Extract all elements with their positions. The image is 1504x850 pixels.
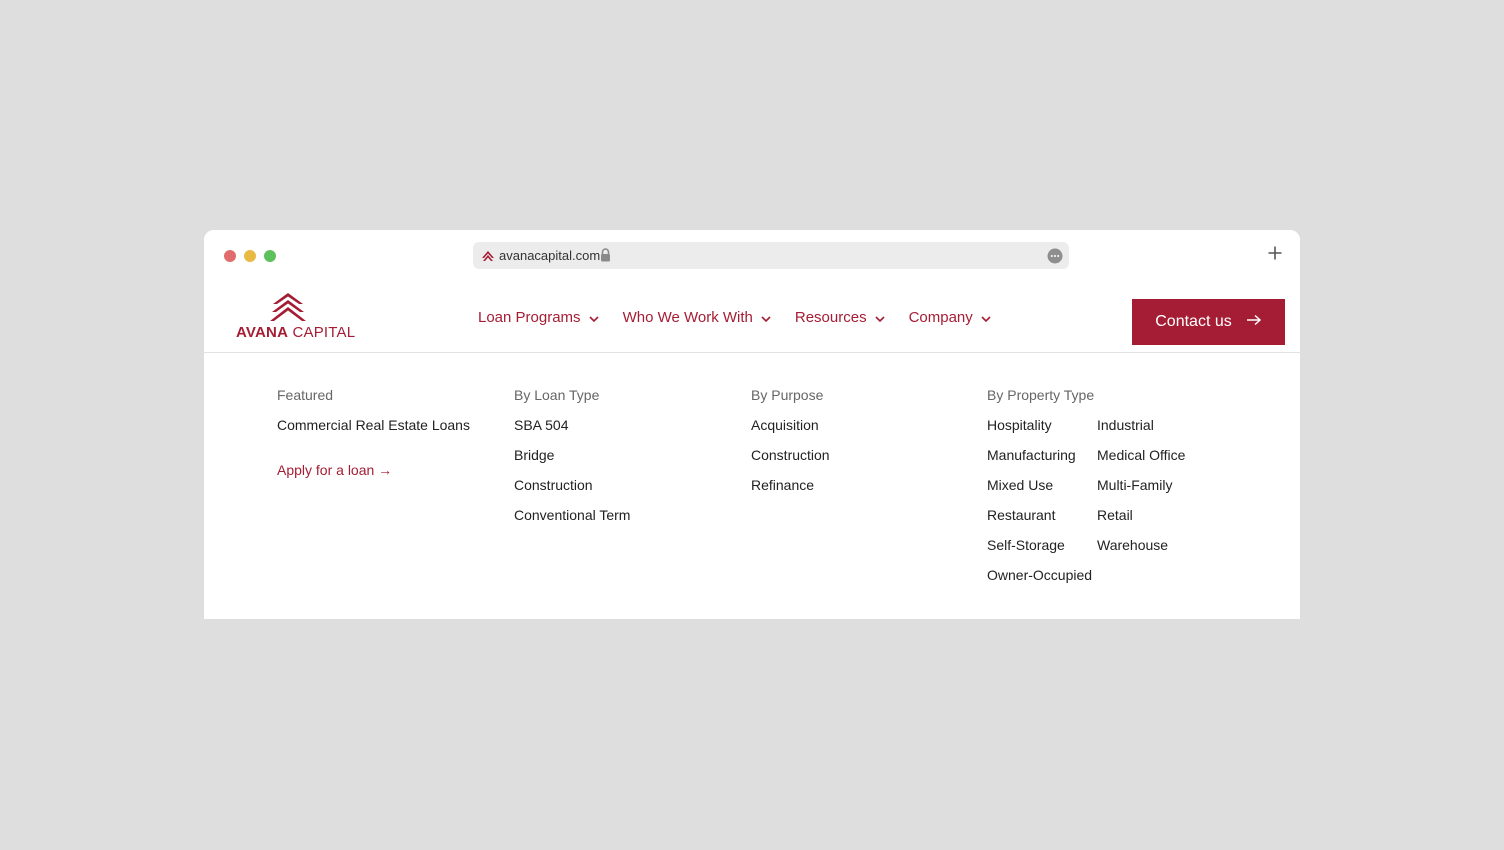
more-icon[interactable] <box>1047 248 1063 269</box>
apply-for-loan-link[interactable]: Apply for a loan → <box>277 461 470 479</box>
minimize-window-button[interactable] <box>244 250 256 262</box>
property-type-column: By Property Type Hospitality Industrial … <box>987 386 1207 584</box>
site-header: AVANA CAPITAL Loan Programs Who We Work … <box>204 282 1300 353</box>
purpose-heading: By Purpose <box>751 387 824 403</box>
logo-mark-icon <box>269 292 307 327</box>
url-text: avanacapital.com <box>499 248 601 263</box>
sba-504-link[interactable]: SBA 504 <box>514 416 630 434</box>
restaurant-link[interactable]: Restaurant <box>987 506 1097 524</box>
nav-item-label: Resources <box>794 308 867 326</box>
browser-window: avanacapital.com AVANA CAPITAL Loan Prog… <box>204 230 1300 619</box>
chevron-down-icon <box>761 309 771 326</box>
property-type-heading: By Property Type <box>987 387 1095 403</box>
self-storage-link[interactable]: Self-Storage <box>987 536 1097 554</box>
logo-wordmark: AVANA CAPITAL <box>236 324 356 341</box>
contact-us-label: Contact us <box>1155 313 1232 330</box>
conventional-term-link[interactable]: Conventional Term <box>514 506 630 524</box>
purpose-column: By Purpose Acquisition Construction Refi… <box>751 386 830 494</box>
maximize-window-button[interactable] <box>264 250 276 262</box>
loan-type-heading: By Loan Type <box>514 387 600 403</box>
lock-icon <box>600 248 611 267</box>
chevron-down-icon <box>588 309 599 326</box>
mega-menu: Featured Commercial Real Estate Loans Ap… <box>204 353 1300 619</box>
medical-office-link[interactable]: Medical Office <box>1097 446 1207 464</box>
nav-who-we-work-with[interactable]: Who We Work With <box>623 309 771 326</box>
owner-occupied-link[interactable]: Owner-Occupied <box>987 566 1097 584</box>
nav-item-label: Who We Work With <box>622 308 753 326</box>
property-type-grid: Hospitality Industrial Manufacturing Med… <box>987 416 1207 584</box>
refinance-link[interactable]: Refinance <box>751 476 830 494</box>
plus-icon[interactable] <box>1268 246 1282 265</box>
nav-item-label: Loan Programs <box>478 308 581 326</box>
bridge-link[interactable]: Bridge <box>514 446 630 464</box>
multi-family-link[interactable]: Multi-Family <box>1097 476 1207 494</box>
retail-link[interactable]: Retail <box>1097 506 1207 524</box>
arrow-right-icon <box>1246 313 1262 331</box>
chevron-down-icon <box>875 309 885 326</box>
chevron-down-icon <box>981 309 991 326</box>
commercial-real-estate-loans-link[interactable]: Commercial Real Estate Loans <box>277 416 470 434</box>
nav-company[interactable]: Company <box>909 309 991 326</box>
nav-item-label: Company <box>908 308 973 326</box>
industrial-link[interactable]: Industrial <box>1097 416 1207 434</box>
nav-resources[interactable]: Resources <box>795 309 885 326</box>
featured-heading: Featured <box>277 387 334 403</box>
construction-loan-link[interactable]: Construction <box>514 476 630 494</box>
contact-us-button[interactable]: Contact us <box>1132 299 1285 345</box>
loan-type-column: By Loan Type SBA 504 Bridge Construction… <box>514 386 630 524</box>
close-window-button[interactable] <box>224 250 236 262</box>
mixed-use-link[interactable]: Mixed Use <box>987 476 1097 494</box>
main-nav: Loan Programs Who We Work With Resources… <box>478 282 1015 352</box>
avana-capital-logo[interactable]: AVANA CAPITAL <box>236 292 355 344</box>
construction-purpose-link[interactable]: Construction <box>751 446 830 464</box>
avana-favicon-icon <box>481 249 495 267</box>
nav-loan-programs[interactable]: Loan Programs <box>478 309 599 326</box>
manufacturing-link[interactable]: Manufacturing <box>987 446 1097 464</box>
acquisition-link[interactable]: Acquisition <box>751 416 830 434</box>
browser-chrome: avanacapital.com <box>204 230 1300 282</box>
warehouse-link[interactable]: Warehouse <box>1097 536 1207 554</box>
featured-column: Featured Commercial Real Estate Loans Ap… <box>277 386 470 479</box>
hospitality-link[interactable]: Hospitality <box>987 416 1097 434</box>
address-bar[interactable]: avanacapital.com <box>473 242 1069 269</box>
